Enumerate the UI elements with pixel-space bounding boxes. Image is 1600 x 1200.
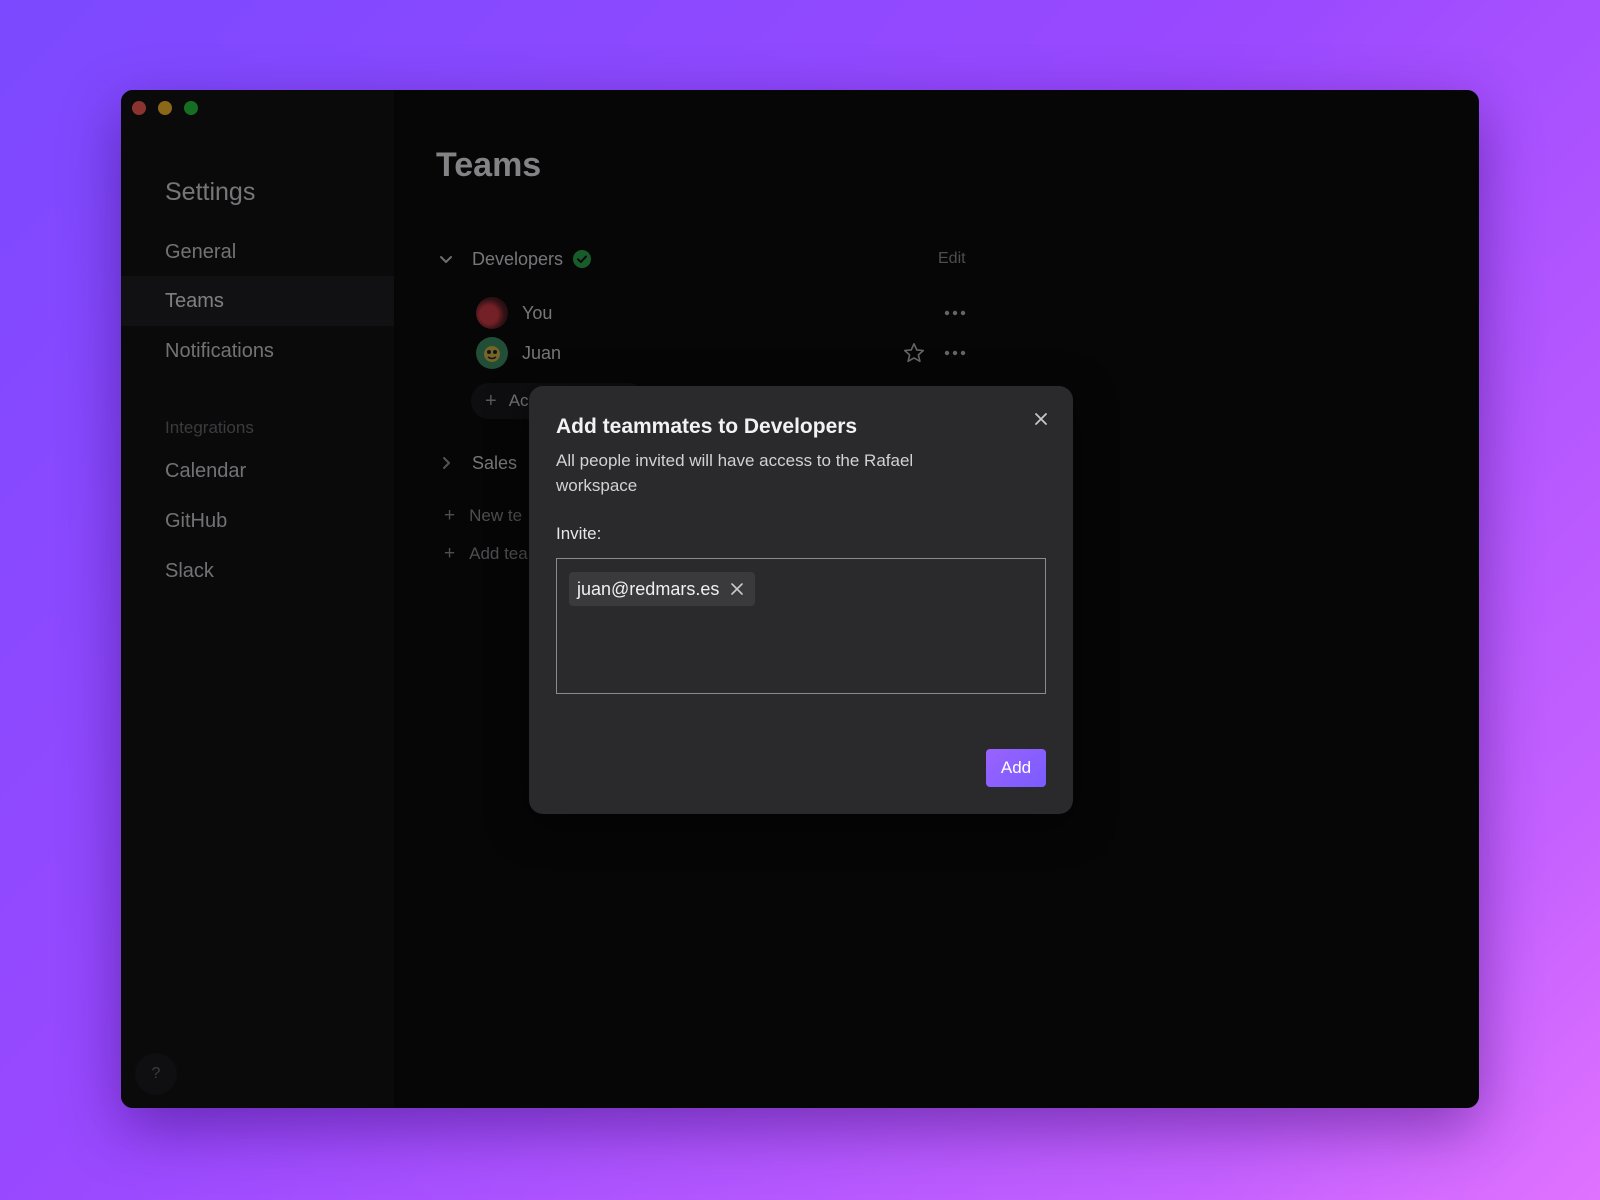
invitee-chip: juan@redmars.es — [569, 572, 756, 606]
dialog-subtitle: All people invited will have access to t… — [556, 451, 914, 495]
remove-invitee-icon[interactable] — [729, 581, 745, 597]
invite-label: Invite: — [556, 524, 602, 543]
invitee-email: juan@redmars.es — [577, 578, 720, 599]
close-icon[interactable] — [1028, 406, 1054, 432]
invite-input[interactable]: juan@redmars.es — [556, 558, 1046, 694]
add-teammates-dialog: Add teammates to Developers All people i… — [529, 386, 1073, 814]
add-button[interactable]: Add — [986, 749, 1046, 787]
dialog-title: Add teammates to Developers — [556, 415, 858, 438]
